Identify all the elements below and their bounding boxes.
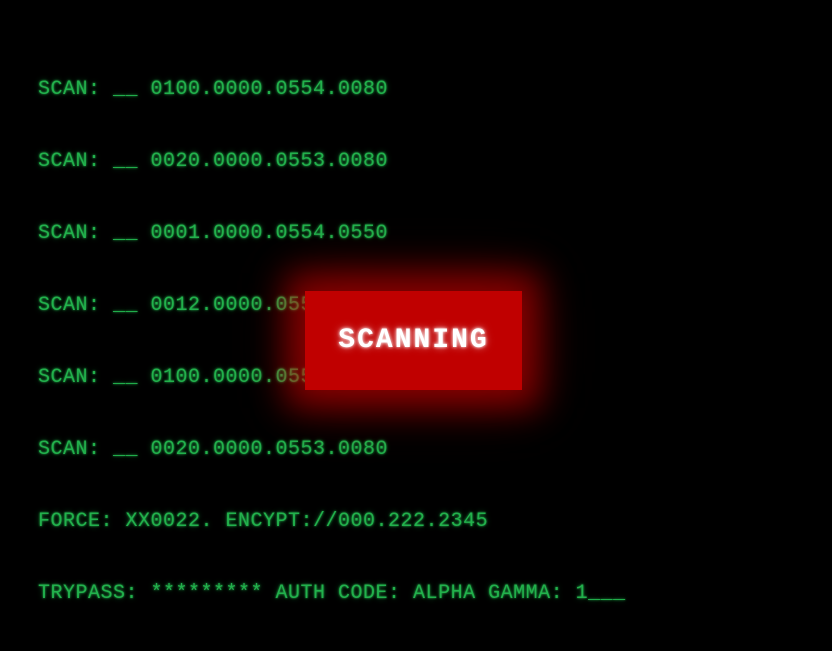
terminal-line: SCAN: __ 0100.0000.0554.0080 [38,78,832,102]
scanning-overlay: SCANNING [305,291,522,390]
scanning-overlay-label: SCANNING [338,329,488,353]
terminal-line: TRYPASS: ********* AUTH CODE: ALPHA GAMM… [38,582,832,606]
terminal-output: SCAN: __ 0100.0000.0554.0080 SCAN: __ 00… [0,0,832,651]
terminal-line: SCAN: __ 0020.0000.0553.0080 [38,438,832,462]
terminal-line: SCAN: __ 0020.0000.0553.0080 [38,150,832,174]
terminal-line: SCAN: __ 0001.0000.0554.0550 [38,222,832,246]
terminal-line: FORCE: XX0022. ENCYPT://000.222.2345 [38,510,832,534]
